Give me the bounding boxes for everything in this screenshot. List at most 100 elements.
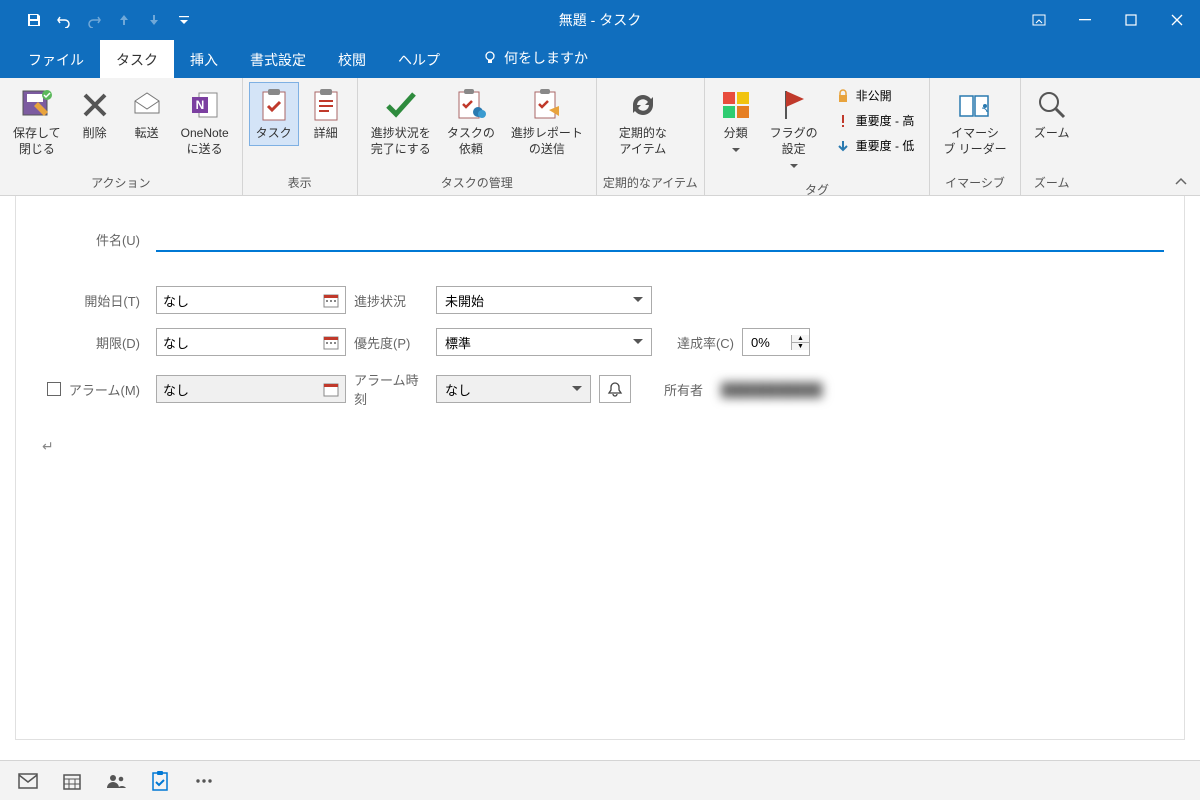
reminder-date-picker-button[interactable] xyxy=(323,381,339,397)
priority-combo[interactable]: 標準 xyxy=(436,328,652,356)
forward-button[interactable]: 転送 xyxy=(122,82,172,146)
reminder-time-combo[interactable]: なし xyxy=(436,375,591,403)
group-recurrence: 定期的な アイテム 定期的なアイテム xyxy=(597,78,705,195)
owner-value: ███████████ xyxy=(711,382,822,397)
start-date-value: なし xyxy=(163,291,189,310)
tab-insert[interactable]: 挿入 xyxy=(174,40,234,78)
close-button[interactable] xyxy=(1154,0,1200,40)
minimize-button[interactable] xyxy=(1062,0,1108,40)
ribbon-display-button[interactable] xyxy=(1016,0,1062,40)
reminder-sound-button[interactable] xyxy=(599,375,631,403)
assign-task-button[interactable]: タスクの 依頼 xyxy=(440,82,502,162)
due-date-picker-button[interactable] xyxy=(323,334,339,350)
forward-icon xyxy=(129,87,165,123)
nav-tasks-button[interactable] xyxy=(142,763,178,799)
group-recurrence-label: 定期的なアイテム xyxy=(603,172,698,193)
immersive-reader-button[interactable]: イマーシ ブ リーダー xyxy=(936,82,1013,162)
save-button[interactable] xyxy=(20,6,48,34)
nav-mail-button[interactable] xyxy=(10,763,46,799)
reminder-checkbox[interactable] xyxy=(47,382,61,396)
start-date-input[interactable]: なし xyxy=(156,286,346,314)
show-details-button[interactable]: 詳細 xyxy=(301,82,351,146)
high-importance-icon xyxy=(836,114,850,128)
due-date-label: 期限(D) xyxy=(36,333,156,352)
group-zoom-label: ズーム xyxy=(1027,172,1077,193)
status-value: 未開始 xyxy=(445,291,484,310)
lightbulb-icon xyxy=(482,50,498,66)
nav-calendar-button[interactable] xyxy=(54,763,90,799)
collapse-ribbon-button[interactable] xyxy=(1174,175,1188,189)
zoom-icon xyxy=(1034,87,1070,123)
reminder-label: アラーム(M) xyxy=(69,380,140,399)
reminder-time-value: なし xyxy=(445,380,471,399)
recurrence-label: 定期的な アイテム xyxy=(619,125,667,157)
reminder-date-input[interactable]: なし xyxy=(156,375,346,403)
reminder-date-value: なし xyxy=(163,380,189,399)
undo-button[interactable] xyxy=(50,6,78,34)
ribbon-tabs: ファイル タスク 挿入 書式設定 校閲 ヘルプ 何をしますか xyxy=(0,40,1200,78)
complete-spinner[interactable]: 0% ▲ ▼ xyxy=(742,328,810,356)
group-immersive-label: イマーシブ xyxy=(936,172,1013,193)
onenote-button[interactable]: N OneNote に送る xyxy=(174,82,236,162)
send-status-icon xyxy=(529,87,565,123)
tab-review[interactable]: 校閲 xyxy=(322,40,382,78)
start-date-label: 開始日(T) xyxy=(36,291,156,310)
high-importance-button[interactable]: 重要度 - 高 xyxy=(829,109,922,132)
show-details-label: 詳細 xyxy=(314,125,338,141)
lock-icon xyxy=(836,89,850,103)
private-button[interactable]: 非公開 xyxy=(829,84,922,107)
low-importance-button[interactable]: 重要度 - 低 xyxy=(829,134,922,157)
forward-label: 転送 xyxy=(135,125,159,141)
qat-customize-button[interactable] xyxy=(170,6,198,34)
group-show-label: 表示 xyxy=(249,172,351,193)
send-status-button[interactable]: 進捗レポート の送信 xyxy=(504,82,590,162)
clipboard-details-icon xyxy=(308,87,344,123)
categorize-icon xyxy=(718,87,754,123)
group-tags: 分類 フラグの 設定 非公開 重要度 - 高 重要度 - 低 xyxy=(705,78,931,195)
send-status-label: 進捗レポート の送信 xyxy=(511,125,583,157)
save-close-button[interactable]: 保存して 閉じる xyxy=(6,82,68,162)
mark-complete-button[interactable]: 進捗状況を 完了にする xyxy=(364,82,438,162)
priority-value: 標準 xyxy=(445,333,471,352)
nav-people-button[interactable] xyxy=(98,763,134,799)
tab-task[interactable]: タスク xyxy=(100,40,174,78)
mark-complete-label: 進捗状況を 完了にする xyxy=(371,125,431,157)
show-task-label: タスク xyxy=(256,125,292,141)
assign-task-icon xyxy=(453,87,489,123)
categorize-button[interactable]: 分類 xyxy=(711,82,761,162)
bell-icon xyxy=(607,381,623,397)
followup-label: フラグの 設定 xyxy=(770,125,818,174)
zoom-label: ズーム xyxy=(1034,125,1070,141)
spinner-up-button[interactable]: ▲ xyxy=(792,335,809,343)
recurrence-button[interactable]: 定期的な アイテム xyxy=(603,82,683,162)
tab-format[interactable]: 書式設定 xyxy=(234,40,322,78)
low-importance-label: 重要度 - 低 xyxy=(856,137,915,154)
due-date-input[interactable]: なし xyxy=(156,328,346,356)
followup-button[interactable]: フラグの 設定 xyxy=(763,82,825,179)
onenote-icon: N xyxy=(187,87,223,123)
status-combo[interactable]: 未開始 xyxy=(436,286,652,314)
tell-me-label: 何をしますか xyxy=(504,48,588,68)
immersive-reader-icon xyxy=(957,87,993,123)
nav-more-button[interactable] xyxy=(186,763,222,799)
start-date-picker-button[interactable] xyxy=(323,292,339,308)
tab-file[interactable]: ファイル xyxy=(12,40,100,78)
delete-button[interactable]: 削除 xyxy=(70,82,120,146)
zoom-button[interactable]: ズーム xyxy=(1027,82,1077,146)
navigation-bar xyxy=(0,760,1200,800)
tell-me-search[interactable]: 何をしますか xyxy=(466,38,604,78)
owner-label: 所有者 xyxy=(631,380,711,399)
group-manage: 進捗状況を 完了にする タスクの 依頼 進捗レポート の送信 タスクの管理 xyxy=(358,78,597,195)
clipboard-task-icon xyxy=(256,87,292,123)
maximize-button[interactable] xyxy=(1108,0,1154,40)
immersive-reader-label: イマーシ ブ リーダー xyxy=(943,125,1006,157)
reminder-time-label: アラーム時刻 xyxy=(346,370,436,408)
task-body-editor[interactable]: ↵ xyxy=(36,438,1164,455)
recurrence-icon xyxy=(625,87,661,123)
subject-input[interactable] xyxy=(156,226,1164,252)
ribbon: 保存して 閉じる 削除 転送 N OneNote に送る アクション タスク xyxy=(0,78,1200,196)
show-task-button[interactable]: タスク xyxy=(249,82,299,146)
tab-help[interactable]: ヘルプ xyxy=(382,40,456,78)
spinner-down-button[interactable]: ▼ xyxy=(792,343,809,350)
delete-icon xyxy=(77,87,113,123)
